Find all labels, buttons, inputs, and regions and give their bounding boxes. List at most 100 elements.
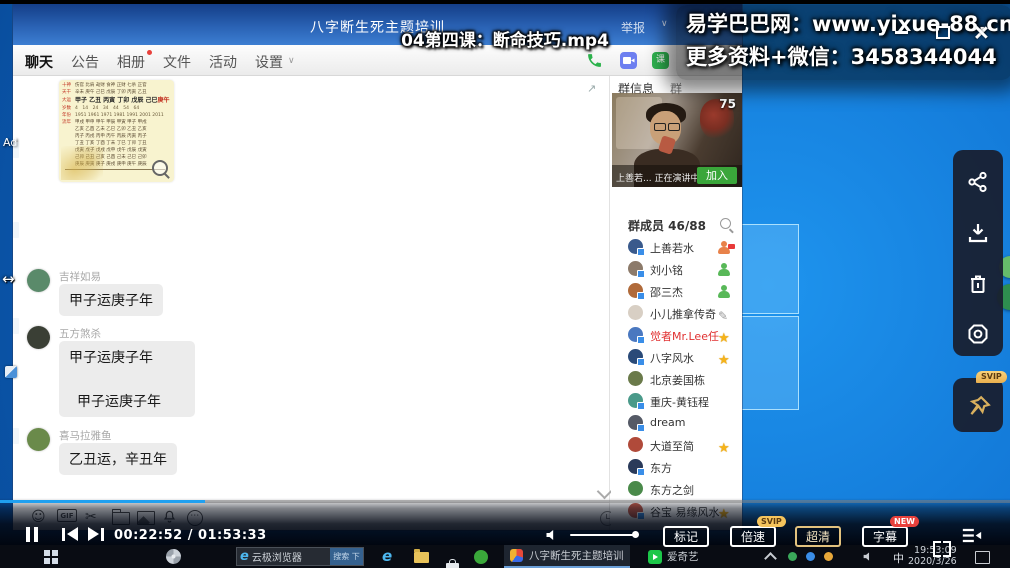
volume-knob[interactable]	[632, 531, 639, 538]
taskbar-search-box[interactable]: e 云极浏览器 搜索 下	[236, 547, 364, 566]
start-button[interactable]	[44, 550, 58, 564]
tray-icon[interactable]	[806, 552, 815, 561]
chevron-down-icon[interactable]: ∨	[661, 19, 668, 29]
speaker-icon[interactable]	[862, 550, 875, 563]
svip-badge: SVIP	[976, 371, 1007, 383]
pause-button[interactable]	[26, 527, 30, 542]
file-explorer-icon[interactable]	[414, 552, 429, 563]
avatar	[628, 327, 643, 342]
store-icon[interactable]	[446, 563, 459, 568]
previous-button[interactable]	[67, 527, 78, 541]
member-name: dream	[650, 416, 686, 429]
tab-chat[interactable]: 聊天	[25, 52, 53, 72]
avatar[interactable]	[27, 326, 50, 349]
tray-expand-icon[interactable]	[764, 552, 777, 565]
member-row[interactable]: 八字风水	[628, 348, 738, 368]
bazi-row-label: 十神	[62, 82, 75, 89]
member-name: 小儿推拿传奇	[650, 306, 716, 322]
avatar	[628, 349, 643, 364]
window-titlebar[interactable]: 八字断生死主题培训 举报 ∨	[13, 4, 742, 45]
member-row[interactable]: 刘小铭	[628, 260, 738, 280]
pinwheel-app-icon[interactable]	[166, 549, 181, 564]
avatar[interactable]	[27, 428, 50, 451]
delete-icon[interactable]	[966, 272, 990, 296]
avatar	[628, 239, 643, 254]
speed-button[interactable]: 倍速	[730, 526, 776, 547]
member-row[interactable]: 大道至简	[628, 436, 738, 456]
green-app-icon[interactable]	[474, 550, 488, 564]
tab-album[interactable]: 相册	[117, 52, 145, 72]
pin-button[interactable]: SVIP	[953, 378, 1003, 432]
bazi-chart-image[interactable]: 十神伤官 比肩 劫财 食神 正财 七杀 正官 天干辛未 庚午 己巳 戊辰 丁卯 …	[59, 80, 174, 182]
chat-message: 甲子运庚子年 甲子运庚子年	[59, 341, 195, 417]
live-video-thumbnail[interactable]: 75 上善若... 正在演讲中 加入	[612, 93, 742, 187]
next-button[interactable]	[101, 528, 104, 541]
avatar[interactable]	[27, 269, 50, 292]
member-name: 大道至简	[650, 438, 694, 454]
join-button[interactable]: 加入	[697, 167, 737, 184]
subtitle-button[interactable]: 字幕	[862, 526, 908, 547]
letterbox-strip	[0, 0, 1010, 4]
minimize-button[interactable]	[895, 31, 908, 34]
tab-settings[interactable]: 设置	[255, 52, 283, 72]
voice-call-icon[interactable]	[586, 52, 603, 69]
notification-center-icon[interactable]	[975, 551, 990, 564]
video-call-icon[interactable]	[620, 52, 637, 69]
member-row[interactable]: 东方之剑	[628, 480, 738, 500]
resize-cursor: ↔	[2, 270, 15, 288]
member-row[interactable]: 重庆-黄钰程	[628, 392, 738, 412]
member-name: 觉者Mr.Lee任	[650, 328, 719, 344]
search-hint: 搜索 下	[330, 548, 363, 565]
search-box-text: 云极浏览器	[252, 549, 302, 564]
member-row[interactable]: 小儿推拿传奇	[628, 304, 738, 324]
iqiyi-icon	[648, 550, 662, 564]
member-row[interactable]: 邵三杰	[628, 282, 738, 302]
member-name: 重庆-黄钰程	[650, 394, 709, 410]
share-icon[interactable]	[966, 170, 990, 194]
mark-button[interactable]: 标记	[663, 526, 709, 547]
member-row[interactable]: 上善若水	[628, 238, 738, 258]
member-row[interactable]: 东方	[628, 458, 738, 478]
tab-announcement[interactable]: 公告	[71, 52, 99, 72]
tray-icon[interactable]	[824, 552, 833, 561]
desktop-chip	[13, 428, 19, 444]
scroll-down-icon[interactable]	[597, 484, 613, 500]
desktop-chip	[13, 222, 19, 238]
tab-files[interactable]: 文件	[163, 52, 191, 72]
ime-indicator[interactable]: 中	[893, 550, 904, 566]
chevron-down-icon[interactable]: ∨	[288, 56, 295, 66]
zoom-icon[interactable]	[152, 160, 168, 176]
previous-button[interactable]	[62, 528, 65, 541]
tray-icon[interactable]	[788, 552, 797, 561]
taskbar-window-button[interactable]: 八字断生死主题培训	[504, 545, 630, 568]
pause-button[interactable]	[34, 527, 38, 542]
message-sender-name: 喜马拉雅鱼	[59, 428, 112, 443]
volume-icon[interactable]	[544, 527, 561, 543]
edge-icon[interactable]: e	[382, 550, 392, 563]
desktop-icon[interactable]	[5, 366, 17, 378]
taskbar-iqiyi-button[interactable]: 爱奇艺	[648, 549, 699, 564]
popout-arrow-icon[interactable]: ↗	[587, 82, 596, 95]
close-button[interactable]	[974, 25, 988, 39]
bazi-row-text: 辛未 庚午 己巳 戊辰 丁卯 丙寅 乙丑	[75, 89, 147, 96]
watermark-line1: 易学巴巴网：www.yixue-88.cn	[686, 8, 1006, 41]
next-button[interactable]	[88, 527, 99, 541]
member-name: 东方之剑	[650, 482, 694, 498]
member-row[interactable]: dream	[628, 414, 738, 434]
playlist-icon[interactable]	[961, 527, 983, 544]
report-button[interactable]: 举报	[621, 19, 645, 36]
star-icon	[718, 327, 732, 341]
download-icon[interactable]	[966, 221, 990, 245]
fullscreen-icon[interactable]	[933, 541, 951, 557]
volume-slider[interactable]	[570, 534, 636, 536]
bazi-row-label: 年份	[62, 112, 75, 119]
tab-activity[interactable]: 活动	[209, 52, 237, 72]
course-icon[interactable]: 课	[652, 52, 669, 69]
quality-button[interactable]: 超清	[795, 526, 841, 547]
member-row[interactable]: 觉者Mr.Lee任	[628, 326, 738, 346]
maximize-button[interactable]	[936, 26, 950, 39]
search-icon[interactable]	[720, 218, 731, 229]
record-icon[interactable]	[966, 322, 990, 346]
progress-bar[interactable]	[0, 500, 1010, 503]
member-row[interactable]: 北京姜国栋	[628, 370, 738, 390]
